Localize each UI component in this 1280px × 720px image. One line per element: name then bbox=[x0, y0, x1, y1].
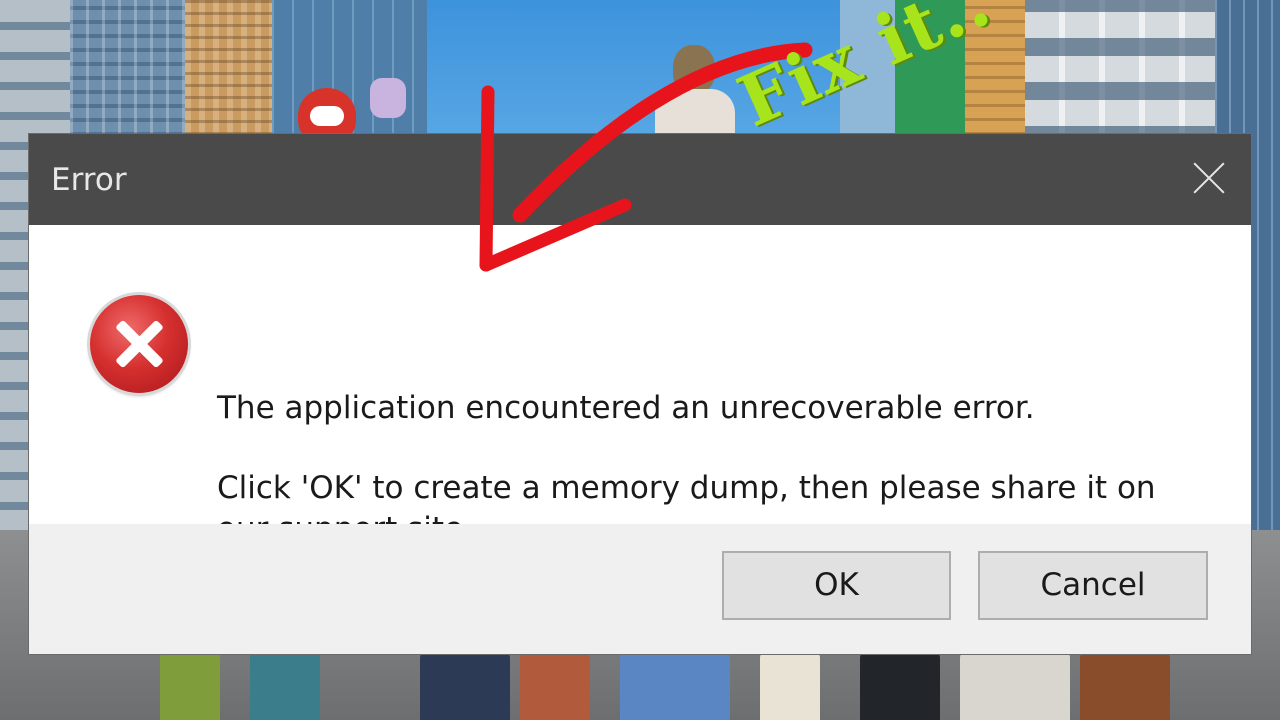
character-head bbox=[673, 45, 715, 93]
error-message: The application encountered an unrecover… bbox=[217, 390, 1035, 426]
crowd-character bbox=[520, 650, 590, 720]
error-dialog: Error The application encountered an unr… bbox=[29, 134, 1251, 654]
crowd-character bbox=[960, 650, 1070, 720]
crowd-character bbox=[420, 650, 510, 720]
dialog-title: Error bbox=[51, 162, 127, 198]
crowd-character bbox=[620, 650, 730, 720]
error-x-icon bbox=[90, 295, 188, 393]
dialog-titlebar: Error bbox=[29, 134, 1251, 225]
crowd-character bbox=[160, 650, 220, 720]
crowd-character bbox=[760, 650, 820, 720]
ok-button[interactable]: OK bbox=[722, 551, 951, 620]
crowd-character bbox=[1080, 650, 1170, 720]
crowd-character bbox=[250, 650, 320, 720]
dialog-content: The application encountered an unrecover… bbox=[29, 225, 1251, 547]
cartoon-character bbox=[655, 45, 735, 141]
crowd-character bbox=[860, 650, 940, 720]
cartoon-fist bbox=[370, 78, 406, 118]
close-icon[interactable] bbox=[1191, 160, 1227, 196]
cancel-button[interactable]: Cancel bbox=[978, 551, 1208, 620]
dialog-button-bar: OK Cancel bbox=[29, 524, 1251, 654]
